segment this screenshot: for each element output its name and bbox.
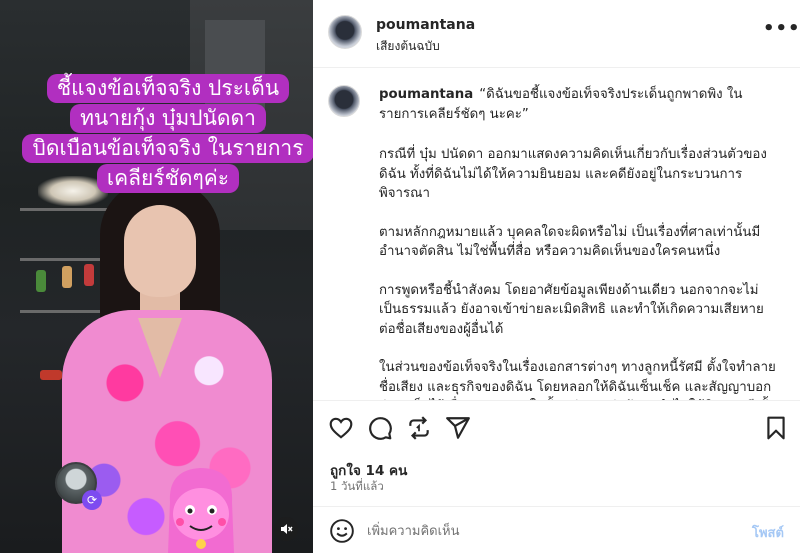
- cartoon-sticker: [168, 468, 234, 553]
- overlay-line: บิดเบือนข้อเท็จจริง ในรายการ: [22, 134, 313, 163]
- shelf-figurine: [84, 264, 94, 286]
- more-horizontal-icon[interactable]: •••: [763, 18, 800, 39]
- heart-icon[interactable]: [328, 415, 354, 441]
- shelf-model-car: [40, 370, 62, 380]
- bookmark-icon[interactable]: [763, 415, 789, 441]
- post-header: poumantana เสียงต้นฉบับ •••: [313, 0, 800, 68]
- comment-icon[interactable]: [367, 415, 393, 441]
- person-face: [124, 205, 196, 297]
- caption-paragraph: ในส่วนของข้อเท็จจริงในเรื่องเอกสารต่างๆ …: [379, 360, 776, 400]
- overlay-line: เคลียร์ชัดๆค่ะ: [96, 164, 240, 193]
- speaker-muted-icon[interactable]: [274, 517, 298, 541]
- repost-icon[interactable]: [406, 415, 432, 441]
- caption-paragraph: ตามหลักกฎหมายแล้ว บุคคลใดจะผิดหรือไม่ เป…: [379, 224, 761, 260]
- shelf: [20, 208, 115, 211]
- video-text-overlay: ชี้แจงข้อเท็จจริง ประเด็น ทนายกุ้ง บุ๋มป…: [18, 74, 313, 194]
- emoji-icon[interactable]: [329, 518, 355, 544]
- shelf-figurine: [36, 270, 46, 292]
- shelf-figurine: [62, 266, 72, 288]
- caption-paragraph: การพูดหรือชี้นำสังคม โดยอาศัยข้อมูลเพียง…: [379, 282, 764, 337]
- overlay-line: ทนายกุ้ง บุ๋มปนัดดา: [70, 104, 266, 133]
- comment-composer: โพสต์: [313, 506, 800, 553]
- post-comment-button[interactable]: โพสต์: [752, 522, 784, 543]
- author-username[interactable]: poumantana: [376, 17, 475, 33]
- comment-input[interactable]: [367, 518, 727, 544]
- post-timestamp[interactable]: 1 วันที่แล้ว: [330, 478, 384, 496]
- post-media-video[interactable]: ชี้แจงข้อเท็จจริง ประเด็น ทนายกุ้ง บุ๋มป…: [0, 0, 313, 553]
- caption-author-avatar[interactable]: [328, 85, 360, 117]
- author-avatar[interactable]: [328, 15, 362, 49]
- action-bar: [313, 400, 800, 455]
- send-icon[interactable]: [445, 415, 471, 441]
- caption-paragraph: กรณีที่ บุ๋ม ปนัดดา ออกมาแสดงความคิดเห็น…: [379, 147, 767, 201]
- overlay-line: ชี้แจงข้อเท็จจริง ประเด็น: [46, 74, 290, 103]
- caption-and-comments[interactable]: poumantana “ดิฉันขอชี้แจงข้อเท็จจริงประเด…: [313, 69, 800, 400]
- post-caption: poumantana “ดิฉันขอชี้แจงข้อเท็จจริงประเด…: [379, 85, 779, 400]
- repost-badge-icon: ⟳: [82, 490, 102, 510]
- caption-username[interactable]: poumantana: [379, 87, 473, 102]
- post-detail-panel: poumantana เสียงต้นฉบับ ••• poumantana “ด…: [313, 0, 800, 553]
- original-audio-link[interactable]: เสียงต้นฉบับ: [376, 37, 440, 56]
